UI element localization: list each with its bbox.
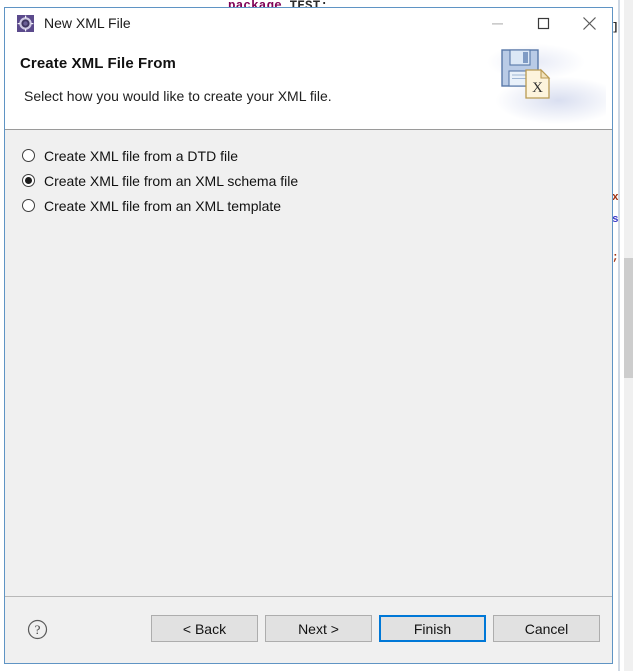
close-icon[interactable] <box>566 8 612 38</box>
editor-ruler <box>618 0 620 671</box>
dialog-titlebar[interactable]: New XML File <box>5 8 612 38</box>
radio-label: Create XML file from an XML schema file <box>44 172 299 189</box>
create-from-radio-group: Create XML file from a DTD file Create X… <box>17 143 600 218</box>
new-xml-file-dialog: New XML File Create XML File From Select… <box>4 7 613 664</box>
page-description: Select how you would like to create your… <box>24 88 332 104</box>
editor-scrollbar-thumb[interactable] <box>624 258 633 378</box>
radio-indicator[interactable] <box>22 149 35 162</box>
radio-option-dtd[interactable]: Create XML file from a DTD file <box>17 143 600 168</box>
back-button[interactable]: < Back <box>151 615 258 642</box>
next-button[interactable]: Next > <box>265 615 372 642</box>
xml-file-wizard-icon <box>17 14 34 32</box>
cancel-button[interactable]: Cancel <box>493 615 600 642</box>
screen: package TEST; ]xs; <box>0 0 633 671</box>
finish-button[interactable]: Finish <box>379 615 486 642</box>
dialog-content: Create XML file from a DTD file Create X… <box>5 130 612 597</box>
help-question-icon[interactable]: ? <box>27 619 48 640</box>
dialog-header: Create XML File From Select how you woul… <box>5 36 612 131</box>
radio-label: Create XML file from a DTD file <box>44 147 238 164</box>
radio-option-xml-template[interactable]: Create XML file from an XML template <box>17 193 600 218</box>
floppy-disk-xml-document-icon: X <box>498 44 560 111</box>
wizard-buttons: < Back Next > Finish Cancel <box>151 615 600 642</box>
window-controls <box>474 8 612 38</box>
radio-indicator[interactable] <box>22 174 35 187</box>
svg-text:X: X <box>532 80 543 96</box>
header-artwork: X <box>486 36 606 131</box>
radio-indicator[interactable] <box>22 199 35 212</box>
page-title: Create XML File From <box>20 55 176 72</box>
maximize-icon[interactable] <box>520 8 566 38</box>
minimize-icon[interactable] <box>474 8 520 38</box>
svg-text:?: ? <box>35 622 41 637</box>
radio-option-xml-schema[interactable]: Create XML file from an XML schema file <box>17 168 600 193</box>
dialog-button-bar: ? < Back Next > Finish Cancel <box>5 597 612 663</box>
dialog-title: New XML File <box>44 15 131 31</box>
radio-label: Create XML file from an XML template <box>44 197 282 214</box>
